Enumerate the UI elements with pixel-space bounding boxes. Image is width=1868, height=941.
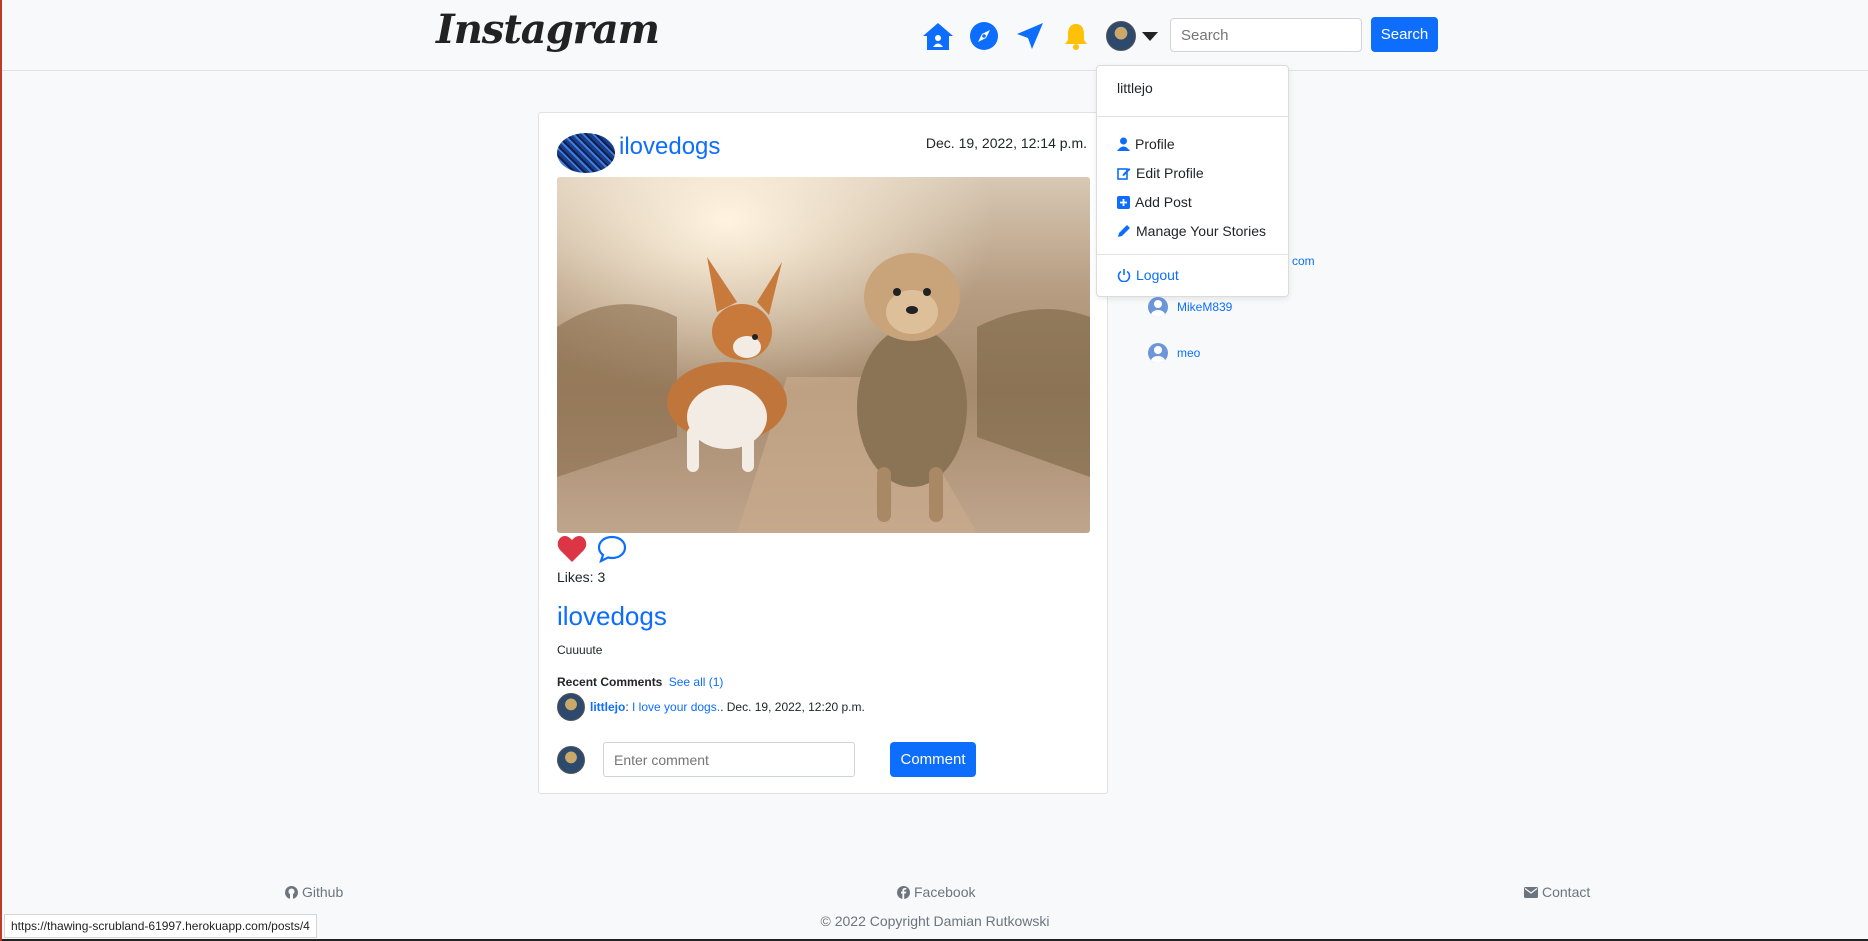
bell-icon[interactable] (1060, 20, 1092, 52)
suggestion-username[interactable]: meo (1177, 346, 1200, 360)
suggestion-username[interactable]: MikeM839 (1177, 300, 1232, 314)
edit-icon (1117, 168, 1131, 180)
dropdown-item-label: Add Post (1135, 194, 1192, 210)
person-icon (1117, 137, 1130, 151)
colon: : (625, 700, 633, 714)
dropdown-item-edit-profile[interactable]: Edit Profile (1117, 165, 1204, 181)
dropdown-item-label: Edit Profile (1136, 165, 1204, 181)
logout-link[interactable]: Logout (1117, 267, 1179, 283)
search-button[interactable]: Search (1371, 17, 1438, 52)
caret-down-icon (1142, 31, 1158, 41)
browser-status-url: https://thawing-scrubland-61997.herokuap… (4, 914, 317, 938)
dropdown-username: littlejo (1117, 80, 1153, 96)
suggestion-partial[interactable]: com (1292, 254, 1315, 268)
comment-button[interactable]: Comment (890, 742, 976, 777)
search-input[interactable] (1170, 18, 1362, 52)
heart-icon[interactable] (557, 535, 587, 568)
person-circle-icon (1148, 297, 1168, 317)
contact-label: Contact (1542, 884, 1591, 900)
comment-input[interactable] (603, 742, 855, 777)
user-dropdown-menu: littlejo Profile Edit Profile Add Post M… (1096, 65, 1289, 297)
comment-item: littlejo: I love your dogs.. Dec. 19, 20… (557, 693, 865, 721)
post-card: ilovedogs Dec. 19, 2022, 12:14 p.m. Like… (538, 112, 1108, 794)
comment-text[interactable]: I love your dogs. (632, 700, 720, 714)
github-label: Github (302, 884, 344, 900)
suggestion-item[interactable]: MikeM839 (1148, 297, 1232, 317)
dropdown-item-add-post[interactable]: Add Post (1117, 194, 1192, 210)
post-caption: Cuuuute (557, 643, 603, 657)
chat-bubble-icon[interactable] (597, 535, 627, 568)
current-user-avatar (557, 745, 585, 774)
divider (1097, 254, 1288, 255)
github-icon (285, 885, 298, 899)
suggestion-item[interactable]: meo (1148, 343, 1200, 363)
home-icon[interactable] (922, 20, 954, 52)
post-author-avatar[interactable] (557, 133, 615, 173)
post-date: Dec. 19, 2022, 12:14 p.m. (925, 135, 1087, 151)
facebook-link[interactable]: Facebook (897, 884, 975, 900)
send-icon[interactable] (1014, 20, 1046, 52)
comment-date: . Dec. 19, 2022, 12:20 p.m. (720, 700, 865, 714)
divider (1097, 116, 1288, 117)
github-link[interactable]: Github (285, 884, 343, 900)
user-menu-toggle[interactable] (1106, 21, 1158, 51)
post-author-username[interactable]: ilovedogs (619, 133, 720, 161)
pencil-icon (1118, 225, 1130, 237)
likes-count: Likes: 3 (557, 569, 606, 585)
comment-form: Comment (557, 742, 976, 777)
dropdown-item-profile[interactable]: Profile (1117, 136, 1175, 152)
compass-icon[interactable] (968, 20, 1000, 52)
envelope-icon (1524, 886, 1538, 898)
facebook-icon (897, 885, 910, 899)
nav-icons (922, 20, 1158, 52)
power-icon (1117, 269, 1131, 282)
plus-square-icon (1117, 195, 1130, 209)
facebook-label: Facebook (914, 884, 976, 900)
instagram-logo[interactable]: Instagram (436, 6, 660, 53)
commenter-username[interactable]: littlejo (590, 700, 625, 714)
recent-comments-label: Recent Comments (557, 675, 663, 689)
recent-comments-heading: Recent Comments See all (1) (557, 675, 723, 689)
navbar: Instagram Search (2, 0, 1868, 71)
contact-link[interactable]: Contact (1524, 884, 1590, 900)
post-title[interactable]: ilovedogs (557, 601, 667, 632)
person-circle-icon (1148, 343, 1168, 363)
dropdown-item-label: Manage Your Stories (1136, 223, 1266, 239)
dropdown-item-manage-stories[interactable]: Manage Your Stories (1117, 223, 1266, 239)
see-all-comments-link[interactable]: See all (1) (669, 675, 724, 689)
dropdown-item-label: Profile (1135, 136, 1175, 152)
commenter-avatar[interactable] (557, 693, 585, 721)
logout-label: Logout (1136, 267, 1179, 283)
user-avatar (1106, 21, 1136, 51)
post-image[interactable] (557, 177, 1090, 533)
